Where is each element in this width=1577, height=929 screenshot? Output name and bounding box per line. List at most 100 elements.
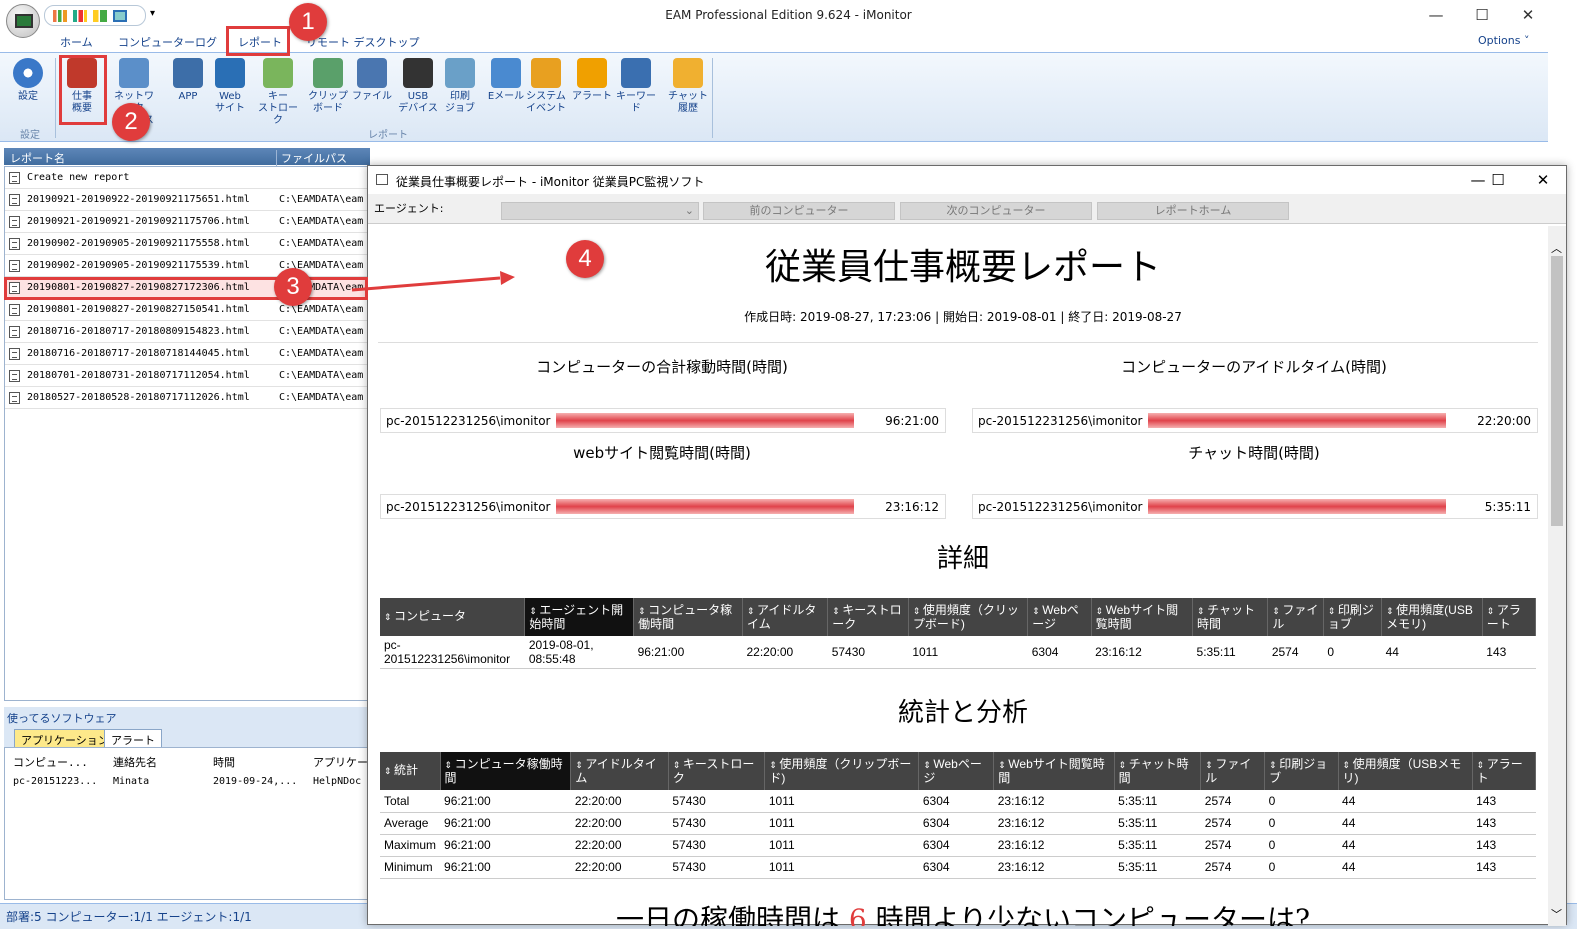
table-header[interactable]: ⇕ キーストローク — [668, 752, 766, 790]
close-button[interactable]: ✕ — [1508, 4, 1548, 26]
table-header[interactable]: ⇕ アイドルタイム — [742, 598, 829, 636]
scrollbar-thumb[interactable] — [1551, 256, 1563, 526]
table-header[interactable]: ⇕ チャット時間 — [1192, 598, 1269, 636]
grid-cell[interactable]: pc-20151223... — [13, 776, 97, 787]
next-computer-button[interactable]: 次のコンピューター — [900, 202, 1092, 220]
report-list-row[interactable]: 20190921-20190921-20190921175706.html C:\… — [5, 211, 369, 233]
table-header[interactable]: ⇕ コンピュータ — [380, 598, 526, 636]
table-cell: 44 — [1381, 636, 1483, 669]
table-header[interactable]: ⇕ Webページ — [918, 752, 995, 790]
ribbon-button-app[interactable]: APP — [166, 58, 210, 103]
bar-chart-title: チャット時間(時間) — [1188, 444, 1320, 462]
minimize-button[interactable]: — — [1416, 4, 1456, 26]
ribbon-button-printer[interactable]: 印刷 ジョブ — [438, 58, 482, 115]
report-list-row[interactable]: 20180701-20180731-20180717112054.html C:\… — [5, 365, 369, 387]
report-list-row[interactable]: 20180527-20180528-20180717112026.html C:\… — [5, 387, 369, 409]
tab-home[interactable]: ホーム — [60, 34, 93, 50]
ribbon-button-chat[interactable]: チャット 履歴 — [666, 58, 710, 115]
ribbon-separator — [55, 58, 56, 138]
table-header[interactable]: ⇕ Webサイト閲覧時間 — [1091, 598, 1194, 636]
document-icon — [9, 392, 20, 404]
monitor-icon — [15, 14, 33, 28]
callout-3: 3 — [274, 268, 312, 306]
software-grid: コンピュー... 連絡先名 時間 アプリケー pc-20151223... Mi… — [4, 747, 370, 900]
prev-computer-button[interactable]: 前のコンピューター — [703, 202, 895, 220]
scroll-down-icon[interactable]: ﹀ — [1551, 906, 1562, 922]
table-header[interactable]: ⇕ 印刷ジョブ — [1323, 598, 1383, 636]
grid-cell[interactable]: 2019-09-24,... — [213, 776, 297, 787]
options-menu[interactable]: Options ˅ — [1478, 34, 1529, 47]
report-home-button[interactable]: レポートホーム — [1097, 202, 1289, 220]
column-file-path[interactable]: ファイルパス — [276, 150, 347, 166]
header-text: アイドルタイム — [575, 756, 657, 785]
table-cell: 22:20:00 — [742, 636, 828, 669]
agent-select[interactable]: ⌄ — [501, 202, 699, 220]
ribbon-button-email[interactable]: Eメール — [484, 58, 528, 103]
ribbon-button-file[interactable]: ファイル — [350, 58, 394, 103]
tab-remote-desktop[interactable]: リモート デスクトップ — [306, 34, 420, 50]
table-cell: 0 — [1264, 856, 1339, 879]
scroll-up-icon[interactable]: ︿ — [1551, 240, 1562, 256]
grid-col-computer[interactable]: コンピュー... — [13, 754, 88, 770]
table-header[interactable]: ⇕ ファイル — [1200, 752, 1266, 790]
report-list-row[interactable]: 20190902-20190905-20190921175539.html C:\… — [5, 255, 369, 277]
report-list-header: レポート名 ファイルパス — [4, 148, 370, 166]
table-header[interactable]: ⇕ ファイル — [1267, 598, 1324, 636]
ribbon-button-clipboard[interactable]: クリップ ボード — [306, 58, 350, 115]
table-header[interactable]: ⇕ コンピュータ稼働時間 — [633, 598, 743, 636]
report-window-title: 従業員仕事概要レポート - iMonitor 従業員PC監視ソフト — [396, 175, 705, 189]
table-header[interactable]: ⇕ キーストローク — [827, 598, 909, 636]
grid-col-app[interactable]: アプリケー — [313, 754, 368, 770]
table-header[interactable]: ⇕ アイドルタイム — [570, 752, 669, 790]
tab-computer-log[interactable]: コンピューターログ — [118, 34, 217, 50]
header-text: アイドルタイム — [746, 602, 817, 631]
report-maximize-button[interactable]: ☐ — [1478, 168, 1518, 192]
table-header[interactable]: ⇕ 印刷ジョブ — [1264, 752, 1339, 790]
ribbon-button-usb[interactable]: USB デバイス — [396, 58, 440, 115]
table-row: Minimum 96:21:00 22:20:00 57430 1011 6304 23:1… — [380, 856, 1536, 879]
report-list-row[interactable]: Create new report — [5, 167, 369, 189]
highlight-work-summary — [59, 55, 107, 125]
tab-applications[interactable]: アプリケーション — [14, 729, 116, 747]
column-report-name[interactable]: レポート名 — [10, 150, 65, 166]
grid-col-contact[interactable]: 連絡先名 — [113, 754, 157, 770]
ribbon-button-keyboard[interactable]: キー ストローク — [256, 58, 300, 127]
grid-cell[interactable]: HelpNDoc — [313, 776, 361, 787]
bar-value: 96:21:00 — [885, 414, 939, 428]
table-header[interactable]: ⇕ チャット時間 — [1114, 752, 1202, 790]
table-cell: 23:16:12 — [1091, 636, 1193, 669]
table-header[interactable]: ⇕ 使用頻度（クリップボード) — [908, 598, 1029, 636]
table-header[interactable]: ⇕ 使用頻度(USBメモリ) — [1381, 598, 1483, 636]
maximize-button[interactable]: ☐ — [1462, 4, 1502, 26]
report-list-row[interactable]: 20180716-20180717-20180718144045.html C:\… — [5, 343, 369, 365]
header-text: Webサイト閲覧時間 — [998, 756, 1105, 785]
grid-cell[interactable]: Minata — [113, 776, 149, 787]
report-list-row[interactable]: 20190921-20190922-20190921175651.html C:\… — [5, 189, 369, 211]
table-header[interactable]: ⇕ アラート — [1472, 752, 1537, 790]
table-header[interactable]: ⇕ コンピュータ稼働時間 — [440, 752, 572, 790]
table-cell: 5:35:11 — [1114, 790, 1201, 813]
vertical-scrollbar[interactable]: ︿ ﹀ — [1548, 226, 1566, 926]
ribbon-button-windows[interactable]: システム イベント — [524, 58, 568, 115]
report-list-row[interactable]: 20180716-20180717-20180809154823.html C:\… — [5, 321, 369, 343]
table-header[interactable]: ⇕ エージェント開始時間 — [524, 598, 635, 636]
report-list-row[interactable]: 20190902-20190905-20190921175558.html C:\… — [5, 233, 369, 255]
report-list-row[interactable]: 20190801-20190827-20190827150541.html C:\… — [5, 299, 369, 321]
ribbon-button-alert[interactable]: アラート — [570, 58, 614, 103]
report-window: 従業員仕事概要レポート - iMonitor 従業員PC監視ソフト — ☐ ✕ … — [367, 165, 1567, 926]
report-close-button[interactable]: ✕ — [1523, 168, 1563, 192]
grid-col-time[interactable]: 時間 — [213, 754, 235, 770]
tab-alerts[interactable]: アラート — [104, 729, 162, 747]
table-header[interactable]: ⇕ アラート — [1482, 598, 1537, 636]
app-menu-orb[interactable] — [6, 4, 40, 38]
ribbon-button-globe[interactable]: Web サイト — [208, 58, 252, 115]
table-header[interactable]: ⇕ Webページ — [1027, 598, 1092, 636]
table-cell: 57430 — [668, 812, 765, 835]
table-header[interactable]: ⇕ Webサイト閲覧時間 — [993, 752, 1115, 790]
table-header[interactable]: ⇕ 統計 — [380, 752, 441, 790]
settings-button[interactable]: 設定 — [6, 58, 50, 103]
table-header[interactable]: ⇕ 使用頻度（クリップボード) — [764, 752, 920, 790]
table-header[interactable]: ⇕ 使用頻度（USBメモリ) — [1338, 752, 1473, 790]
ribbon-button-keyword[interactable]: キーワード — [614, 58, 658, 115]
table-cell: 0 — [1264, 812, 1339, 835]
